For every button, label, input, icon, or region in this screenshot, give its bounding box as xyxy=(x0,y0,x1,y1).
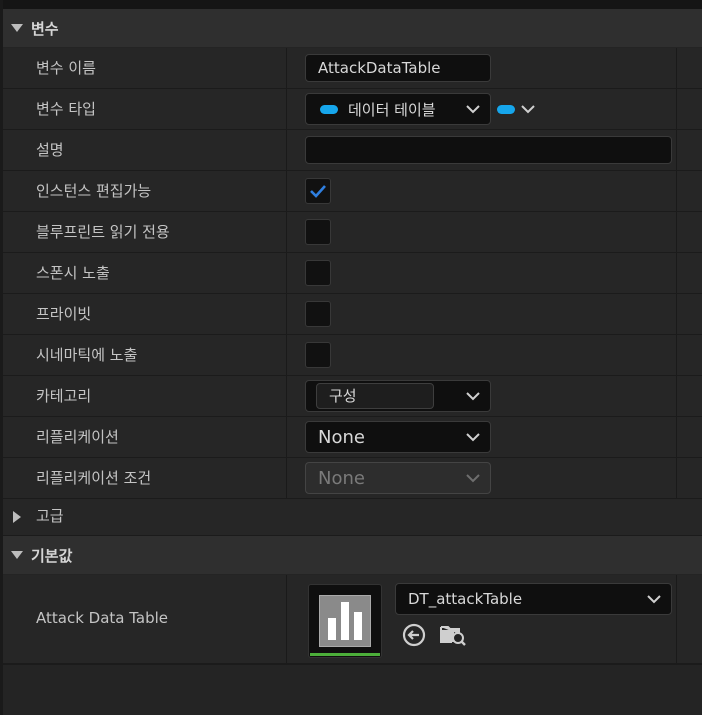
top-strip xyxy=(3,0,702,9)
section-advanced[interactable]: 고급 xyxy=(3,499,702,536)
expose-on-spawn-label: 스폰시 노출 xyxy=(36,264,110,282)
row-private: 프라이빗 xyxy=(3,294,702,335)
category-label: 카테고리 xyxy=(36,387,92,405)
row-variable-type: 변수 타입 데이터 테이블 xyxy=(3,89,702,130)
replication-condition-label: 리플리케이션 조건 xyxy=(36,469,152,487)
replication-value: None xyxy=(318,426,365,448)
replication-condition-dropdown: None xyxy=(305,462,491,494)
row-instance-editable: 인스턴스 편집가능 xyxy=(3,171,702,212)
category-input[interactable]: 구성 xyxy=(316,383,434,409)
panel-bottom-area xyxy=(3,664,702,715)
row-replication-condition: 리플리케이션 조건 None xyxy=(3,458,702,499)
variable-name-label: 변수 이름 xyxy=(36,59,96,77)
chevron-down-icon xyxy=(456,432,490,442)
instance-editable-checkbox[interactable] xyxy=(305,178,331,204)
chevron-down-icon xyxy=(521,105,535,114)
variable-type-value: 데이터 테이블 xyxy=(348,100,436,119)
private-checkbox[interactable] xyxy=(305,301,331,327)
attack-data-table-value: DT_attackTable xyxy=(408,590,523,608)
section-advanced-label: 고급 xyxy=(36,507,64,525)
variable-type-dropdown[interactable]: 데이터 테이블 xyxy=(305,93,491,125)
row-expose-cinematics: 시네마틱에 노출 xyxy=(3,335,702,376)
arrow-left-circle-icon[interactable] xyxy=(401,622,427,648)
row-blueprint-readonly: 블루프린트 읽기 전용 xyxy=(3,212,702,253)
blueprint-readonly-checkbox[interactable] xyxy=(305,219,331,245)
replication-condition-value: None xyxy=(318,467,365,489)
variable-type-label: 변수 타입 xyxy=(36,100,96,118)
chevron-down-icon xyxy=(637,594,671,604)
details-panel: 변수 변수 이름 AttackDataTable 변수 타입 데이터 테이블 설… xyxy=(3,0,702,715)
chevron-down-icon xyxy=(456,104,490,114)
container-pin-icon xyxy=(497,105,515,114)
attack-data-table-dropdown[interactable]: DT_attackTable xyxy=(395,583,672,615)
type-pin-icon xyxy=(320,104,338,114)
description-input[interactable] xyxy=(305,136,672,164)
section-variables-label: 변수 xyxy=(31,19,59,38)
expose-cinematics-label: 시네마틱에 노출 xyxy=(36,346,138,364)
container-type-dropdown[interactable] xyxy=(497,105,535,114)
replication-label: 리플리케이션 xyxy=(36,428,119,446)
chevron-down-icon xyxy=(456,473,490,483)
private-label: 프라이빗 xyxy=(36,305,92,323)
instance-editable-label: 인스턴스 편집가능 xyxy=(36,182,152,200)
checkmark-icon xyxy=(310,185,326,198)
section-defaults[interactable]: 기본값 xyxy=(3,536,702,574)
chevron-down-icon[interactable] xyxy=(456,381,490,411)
row-expose-on-spawn: 스폰시 노출 xyxy=(3,253,702,294)
asset-thumbnail[interactable] xyxy=(308,584,382,658)
expose-on-spawn-checkbox[interactable] xyxy=(305,260,331,286)
row-replication: 리플리케이션 None xyxy=(3,417,702,458)
row-variable-name: 변수 이름 AttackDataTable xyxy=(3,48,702,89)
asset-type-underline xyxy=(310,653,380,656)
replication-dropdown[interactable]: None xyxy=(305,421,491,453)
collapse-arrow-icon[interactable] xyxy=(3,24,31,32)
row-category: 카테고리 구성 xyxy=(3,376,702,417)
expose-cinematics-checkbox[interactable] xyxy=(305,342,331,368)
section-defaults-label: 기본값 xyxy=(31,546,73,565)
blueprint-readonly-label: 블루프린트 읽기 전용 xyxy=(36,223,170,241)
attack-data-table-label: Attack Data Table xyxy=(36,609,169,627)
section-variables[interactable]: 변수 xyxy=(3,9,702,47)
row-description: 설명 xyxy=(3,130,702,171)
description-label: 설명 xyxy=(36,141,64,159)
collapse-arrow-icon[interactable] xyxy=(3,551,31,559)
expand-arrow-icon[interactable] xyxy=(13,511,21,523)
variable-name-input[interactable]: AttackDataTable xyxy=(305,54,491,82)
folder-search-icon[interactable] xyxy=(439,622,467,648)
category-combo[interactable]: 구성 xyxy=(305,380,491,412)
data-table-icon xyxy=(319,595,371,647)
